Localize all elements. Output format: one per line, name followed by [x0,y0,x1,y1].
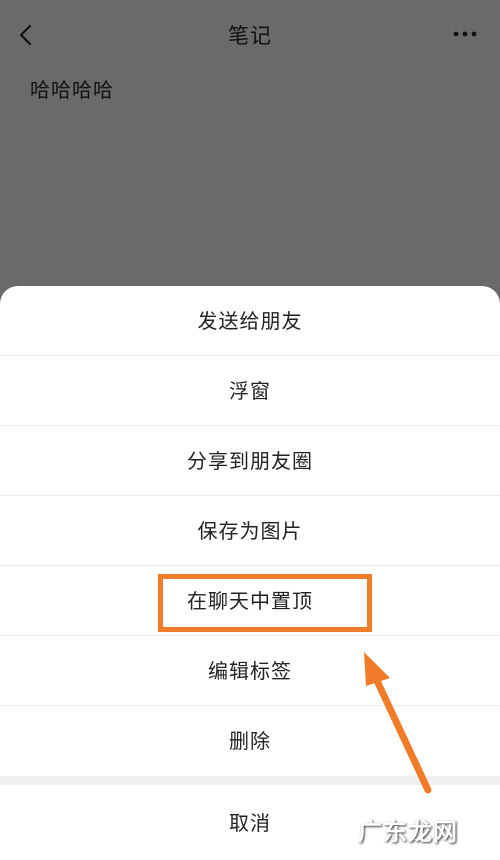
save-as-image-button[interactable]: 保存为图片 [0,496,500,566]
top-bar: 笔记 [0,0,500,70]
annotation-arrow-icon [364,652,432,794]
pin-in-chat-button[interactable]: 在聊天中置顶 [0,566,500,636]
float-window-button[interactable]: 浮窗 [0,356,500,426]
more-horizontal-icon[interactable] [452,24,478,44]
note-content: 哈哈哈哈 [30,78,114,102]
send-to-friend-button[interactable]: 发送给朋友 [0,286,500,356]
page-title: 笔记 [228,24,272,48]
watermark: 广东龙网 [358,818,458,846]
share-to-moments-button[interactable]: 分享到朋友圈 [0,426,500,496]
